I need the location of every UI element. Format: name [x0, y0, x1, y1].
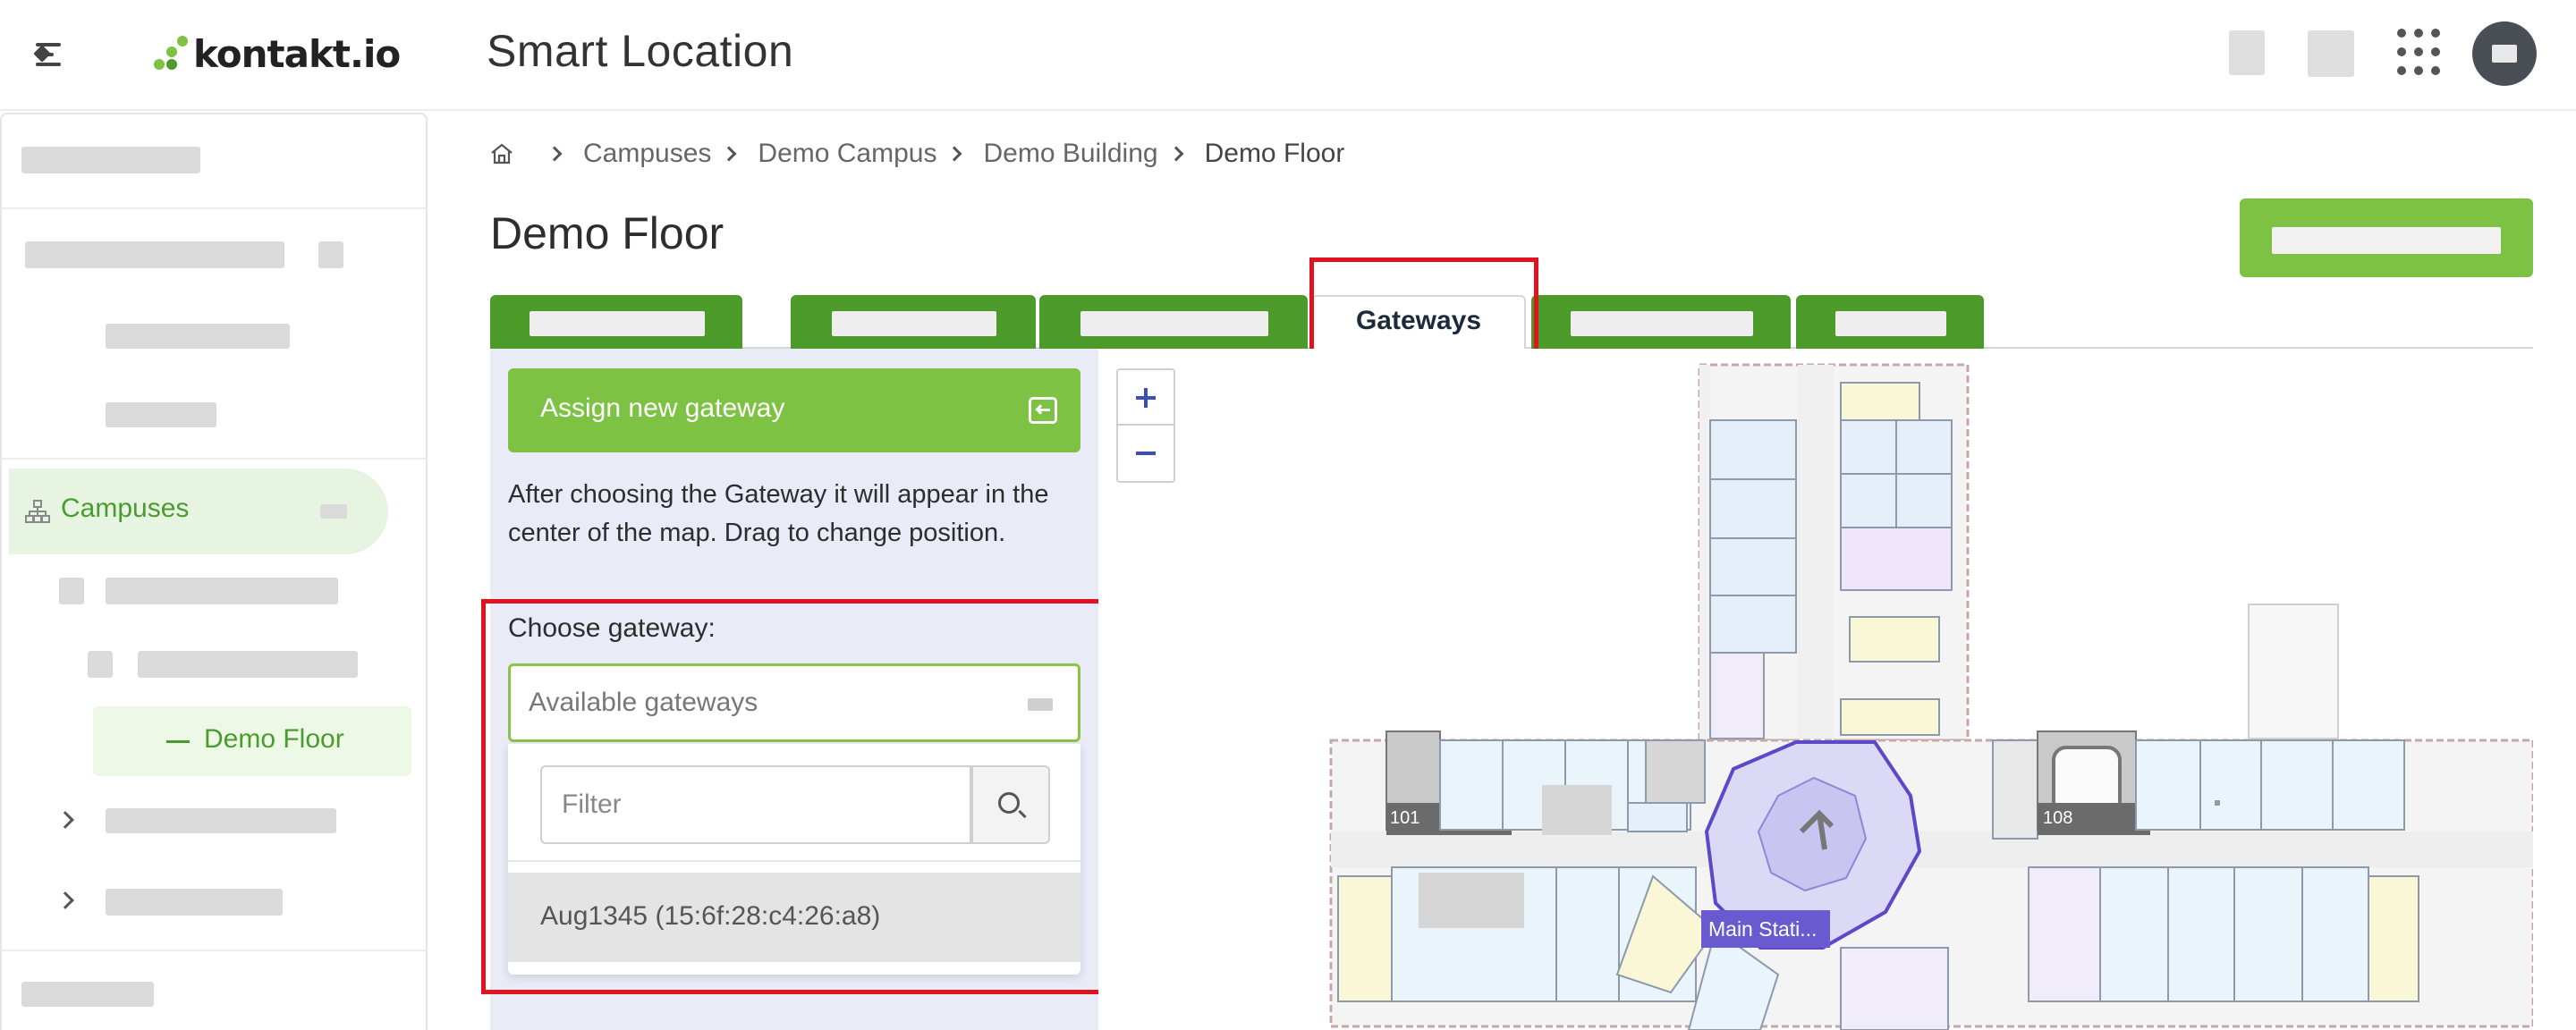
chevron-right-icon: [547, 146, 563, 162]
gateway-option[interactable]: Aug1345 (15:6f:28:c4:26:a8): [508, 873, 1080, 962]
breadcrumb-campuses[interactable]: Campuses: [583, 139, 711, 169]
gateway-dropdown: Aug1345 (15:6f:28:c4:26:a8): [508, 744, 1080, 975]
select-placeholder: Available gateways: [529, 688, 758, 717]
page-title: Demo Floor: [490, 208, 724, 258]
chevron-right-icon: [721, 146, 737, 162]
choose-gateway-label: Choose gateway:: [508, 613, 716, 643]
gateway-option-label: Aug1345 (15:6f:28:c4:26:a8): [540, 901, 881, 931]
tree-dash: [166, 740, 190, 743]
tab-placeholder-2[interactable]: [791, 295, 1036, 349]
tree-item-demo-floor[interactable]: Demo Floor: [93, 706, 411, 776]
sidebar-item-badge: [320, 504, 347, 519]
tab-placeholder-5[interactable]: [1796, 295, 1984, 349]
logo-text: kontakt.io: [193, 31, 401, 76]
filter-input[interactable]: [540, 765, 971, 844]
chevron-right-icon: [1168, 146, 1184, 162]
select-arrow-icon: [1028, 698, 1053, 711]
floor-map[interactable]: 101 108 Main Stati...: [1098, 349, 2533, 1030]
dropdown-divider: [508, 860, 1080, 862]
zoom-out-button[interactable]: [1118, 426, 1174, 481]
kontakt-logo[interactable]: kontakt.io: [152, 27, 401, 80]
home-icon[interactable]: [490, 142, 513, 165]
tree-toggle-placeholder[interactable]: [88, 651, 113, 678]
app-title: Smart Location: [487, 26, 794, 76]
breadcrumb-demo-campus[interactable]: Demo Campus: [758, 139, 936, 169]
room-label-101: 101: [1390, 808, 1420, 828]
chevron-right-icon[interactable]: [56, 811, 74, 829]
assign-button-label: Assign new gateway: [540, 393, 785, 423]
sidebar-item-placeholder[interactable]: [25, 241, 284, 268]
chevron-right-icon[interactable]: [56, 891, 74, 909]
help-icon[interactable]: [2229, 30, 2265, 75]
sidebar-item-badge: [318, 241, 343, 268]
tab-placeholder-3[interactable]: [1039, 295, 1308, 349]
zoom-controls: [1116, 368, 1175, 483]
search-icon[interactable]: [971, 765, 1050, 844]
room-label-108: 108: [2043, 808, 2073, 828]
tab-placeholder-1[interactable]: [490, 295, 742, 349]
primary-action-button[interactable]: [2240, 198, 2533, 277]
sidebar: Campuses Demo Floor: [0, 113, 428, 1030]
collapse-menu-icon[interactable]: [33, 39, 72, 70]
hierarchy-icon: [25, 500, 50, 523]
help-text: After choosing the Gateway it will appea…: [508, 480, 1049, 547]
zoom-in-button[interactable]: [1118, 370, 1174, 426]
tab-gateways[interactable]: Gateways: [1311, 295, 1526, 349]
tree-item-campus-placeholder[interactable]: [106, 578, 338, 604]
sidebar-subitem-placeholder[interactable]: [106, 324, 290, 349]
top-bar: kontakt.io Smart Location: [0, 0, 2576, 111]
sidebar-divider: [2, 207, 428, 209]
chevron-right-icon: [946, 146, 962, 162]
sidebar-item-campuses[interactable]: Campuses: [9, 469, 388, 554]
sidebar-item-label: Campuses: [61, 494, 190, 523]
tree-item-label: Demo Floor: [204, 724, 344, 754]
apps-grid-icon[interactable]: [2397, 29, 2440, 77]
gateway-panel: Assign new gateway After choosing the Ga…: [490, 349, 1098, 1030]
tree-item-placeholder[interactable]: [106, 889, 283, 916]
sidebar-footer-placeholder[interactable]: [21, 982, 154, 1007]
sidebar-subitem-placeholder[interactable]: [106, 402, 216, 427]
user-avatar[interactable]: [2472, 21, 2537, 86]
breadcrumb-current: Demo Floor: [1204, 139, 1345, 168]
tree-toggle-placeholder[interactable]: [59, 578, 84, 604]
logo-mark-icon: [152, 36, 188, 72]
tab-label: Gateways: [1355, 306, 1482, 335]
breadcrumb-demo-building[interactable]: Demo Building: [983, 139, 1157, 169]
sidebar-header-placeholder: [21, 147, 200, 173]
sidebar-divider: [2, 950, 428, 951]
notifications-icon[interactable]: [2308, 30, 2354, 77]
tab-placeholder-4[interactable]: [1531, 295, 1791, 349]
sidebar-divider: [2, 458, 428, 460]
tree-item-placeholder[interactable]: [106, 808, 336, 833]
gateway-select[interactable]: Available gateways: [508, 663, 1080, 742]
arrow-left-box-icon: [1029, 397, 1057, 424]
assign-new-gateway-button[interactable]: Assign new gateway: [508, 368, 1080, 452]
breadcrumb: Campuses Demo Campus Demo Building Demo …: [490, 134, 1344, 173]
tree-item-building-placeholder[interactable]: [138, 651, 358, 678]
main-station-label[interactable]: Main Stati...: [1701, 910, 1830, 948]
